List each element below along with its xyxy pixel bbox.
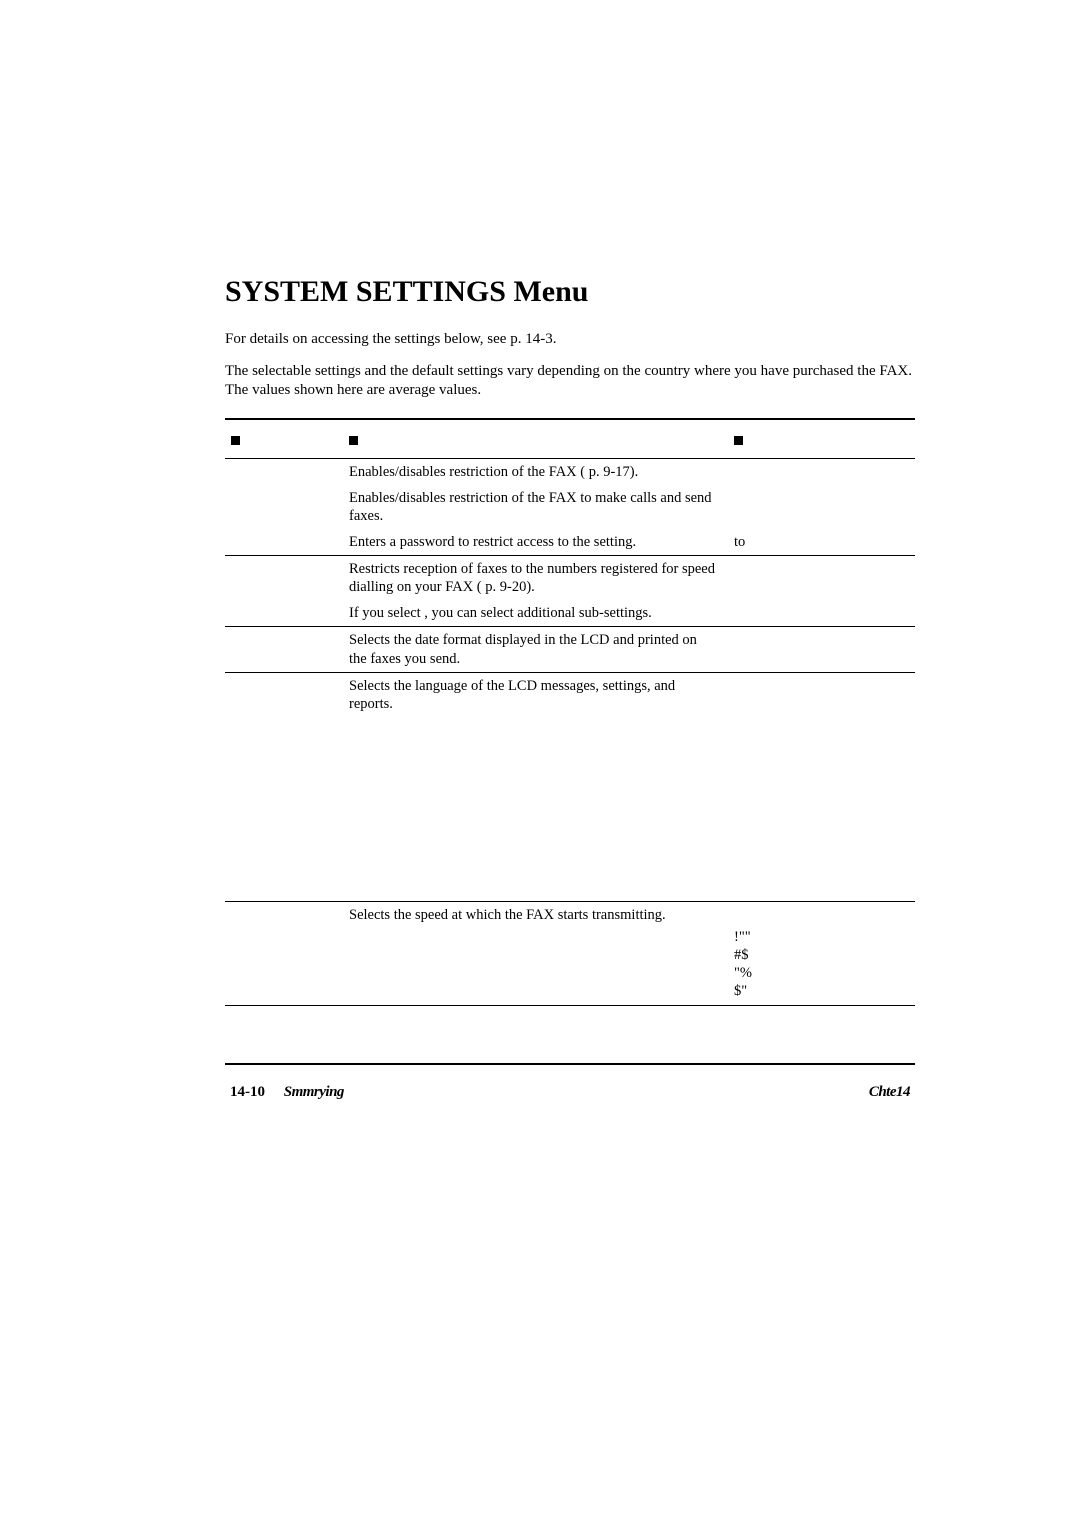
page-title: SYSTEM SETTINGS Menu	[225, 275, 915, 309]
table-row: Selects the date format displayed in the…	[225, 627, 915, 671]
table-section: Selects the language of the LCD messages…	[225, 673, 915, 717]
table-header-row	[225, 428, 915, 459]
table-row: Enables/disables restriction of the FAX …	[225, 459, 915, 485]
description-cell: Enters a password to restrict access to …	[345, 533, 730, 551]
square-icon	[231, 436, 240, 445]
footer-right: Chte14	[869, 1084, 910, 1101]
table-top-rule	[225, 418, 915, 420]
description-cell: Restricts reception of faxes to the numb…	[345, 560, 730, 596]
description-cell: Selects the date format displayed in the…	[345, 631, 730, 667]
intro-paragraph-2: The selectable settings and the default …	[225, 362, 915, 400]
page-footer: 14-10 Smmrying Chte14	[230, 1084, 910, 1101]
setting-cell: $"	[730, 982, 915, 1000]
setting-cell: "%	[730, 964, 915, 982]
table-section: Selects the date format displayed in the…	[225, 627, 915, 672]
table-section: Restricts reception of faxes to the numb…	[225, 556, 915, 627]
description-cell: Selects the language of the LCD messages…	[345, 677, 730, 713]
page-number: 14-10	[230, 1084, 265, 1100]
table-row: Restricts reception of faxes to the numb…	[225, 556, 915, 600]
table-row: Selects the speed at which the FAX start…	[225, 902, 915, 928]
settings-table: Enables/disables restriction of the FAX …	[225, 418, 915, 1006]
table-row: #$	[225, 946, 915, 964]
description-cell: Enables/disables restriction of the FAX …	[345, 463, 730, 481]
table-row: !""	[225, 928, 915, 946]
footer-left-text: Smmrying	[284, 1084, 344, 1100]
description-cell: Enables/disables restriction of the FAX …	[345, 489, 730, 525]
table-row: Selects the language of the LCD messages…	[225, 673, 915, 717]
table-row: If you select , you can select additiona…	[225, 600, 915, 626]
table-gap	[225, 717, 915, 902]
description-cell: If you select , you can select additiona…	[345, 604, 730, 622]
table-row: $"	[225, 982, 915, 1004]
table-row: Enters a password to restrict access to …	[225, 529, 915, 555]
setting-cell: #$	[730, 946, 915, 964]
table-row: "%	[225, 964, 915, 982]
square-icon	[734, 436, 743, 445]
footer-left: 14-10 Smmrying	[230, 1084, 344, 1101]
intro-paragraph-1: For details on accessing the settings be…	[225, 331, 915, 348]
table-section: Selects the speed at which the FAX start…	[225, 902, 915, 1006]
description-cell: Selects the speed at which the FAX start…	[345, 906, 730, 924]
footer-rule	[225, 1063, 915, 1065]
setting-cell: to	[730, 533, 915, 551]
setting-cell: !""	[730, 928, 915, 946]
table-row: Enables/disables restriction of the FAX …	[225, 485, 915, 529]
table-section: Enables/disables restriction of the FAX …	[225, 459, 915, 557]
square-icon	[349, 436, 358, 445]
page-content: SYSTEM SETTINGS Menu For details on acce…	[225, 275, 915, 1006]
